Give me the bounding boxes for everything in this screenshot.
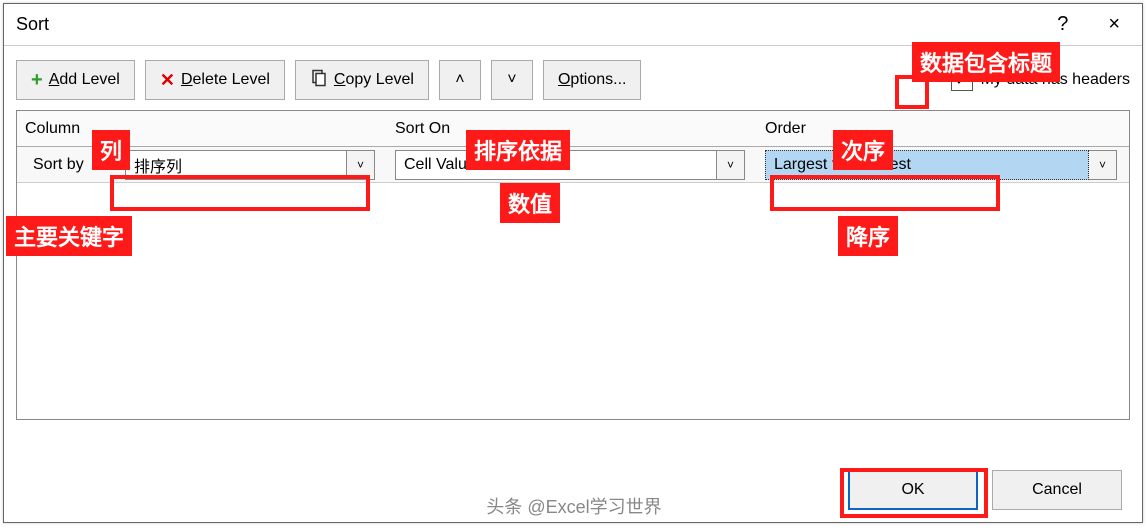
column-combo-value: 排序列 — [134, 153, 182, 177]
titlebar: Sort ? × — [4, 4, 1142, 46]
grid-row: Sort by 排序列 ˅ Cell Values ˅ — [17, 147, 1129, 183]
dialog-title: Sort — [16, 14, 1057, 35]
x-icon: ✕ — [160, 70, 175, 91]
column-combo[interactable]: 排序列 — [125, 150, 347, 180]
header-column: Column — [17, 120, 387, 138]
sort-grid: Column Sort On Order Sort by 排序列 ˅ Cell … — [16, 110, 1130, 420]
anno-headers: 数据包含标题 — [912, 42, 1060, 82]
options-button[interactable]: Options... — [543, 60, 641, 100]
delete-level-label: Delete Level — [181, 71, 270, 89]
copy-level-button[interactable]: Copy Level — [295, 60, 429, 100]
anno-column: 列 — [92, 130, 130, 170]
ok-button[interactable]: OK — [848, 470, 978, 510]
anno-cellvalues: 数值 — [500, 183, 560, 223]
grid-header: Column Sort On Order — [17, 111, 1129, 147]
close-icon[interactable]: × — [1098, 13, 1130, 36]
header-sorton: Sort On — [387, 120, 757, 138]
sorton-combo-arrow[interactable]: ˅ — [717, 150, 745, 180]
cancel-button[interactable]: Cancel — [992, 470, 1122, 510]
anno-sortby: 主要关键字 — [6, 216, 132, 256]
watermark: 头条 @Excel学习世界 — [486, 493, 661, 519]
delete-level-button[interactable]: ✕ Delete Level — [145, 60, 285, 100]
copy-icon — [310, 69, 328, 92]
options-label: Options... — [558, 71, 626, 89]
chevron-down-icon: ˅ — [507, 71, 516, 89]
move-down-button[interactable]: ˅ — [491, 60, 533, 100]
ok-label: OK — [901, 481, 924, 499]
add-level-label: Add Level — [49, 71, 120, 89]
plus-icon: + — [31, 69, 43, 92]
add-level-button[interactable]: + Add Level — [16, 60, 135, 100]
help-icon[interactable]: ? — [1057, 13, 1068, 36]
move-up-button[interactable]: ˄ — [439, 60, 481, 100]
chevron-up-icon: ˄ — [455, 71, 464, 89]
cancel-label: Cancel — [1032, 481, 1082, 499]
copy-level-label: Copy Level — [334, 71, 414, 89]
order-combo-arrow[interactable]: ˅ — [1089, 150, 1117, 180]
dialog-footer: OK Cancel — [848, 470, 1122, 510]
column-combo-arrow[interactable]: ˅ — [347, 150, 375, 180]
anno-sorton: 排序依据 — [466, 130, 570, 170]
anno-order: 次序 — [833, 130, 893, 170]
anno-largest: 降序 — [838, 216, 898, 256]
header-order: Order — [757, 120, 1129, 138]
order-combo[interactable]: Largest to Smallest — [765, 150, 1089, 180]
